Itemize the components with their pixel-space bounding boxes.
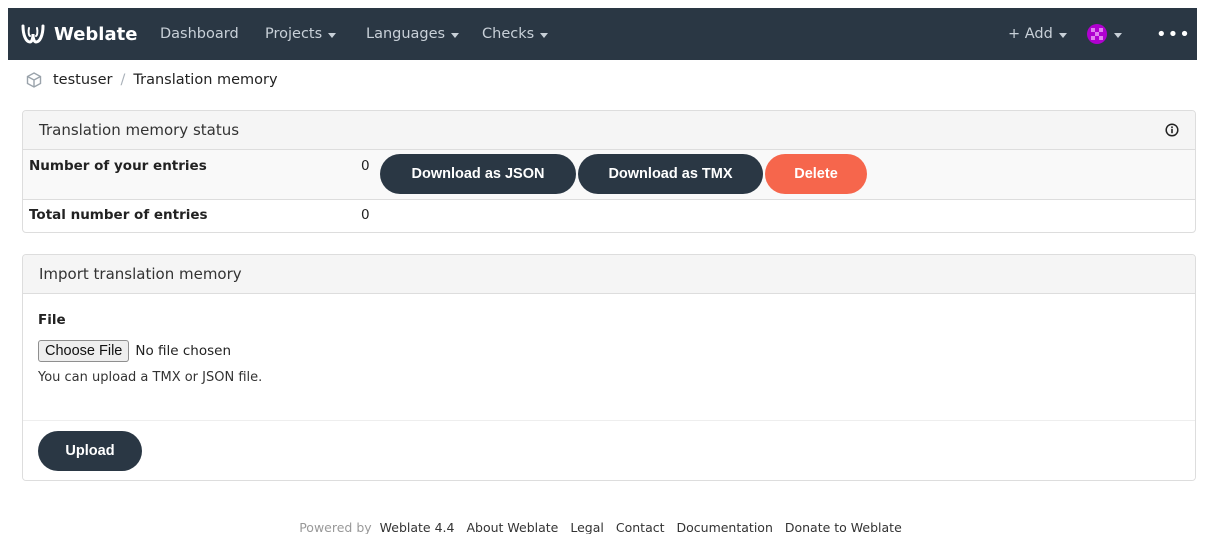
brand-link[interactable]: Weblate — [20, 8, 137, 60]
status-panel-heading: Translation memory status — [23, 111, 1195, 150]
import-panel: Import translation memory File Choose Fi… — [22, 254, 1196, 481]
more-menu-button[interactable]: ••• — [1156, 8, 1191, 60]
upload-button[interactable]: Upload — [38, 431, 142, 471]
status-panel: Translation memory status Number of your… — [22, 110, 1196, 233]
file-status-text: No file chosen — [135, 343, 232, 359]
page-footer: Powered by Weblate 4.4 About Weblate Leg… — [0, 520, 1205, 534]
import-panel-heading: Import translation memory — [23, 255, 1195, 294]
nav-projects[interactable]: Projects — [265, 8, 337, 60]
download-tmx-button[interactable]: Download as TMX — [578, 154, 763, 194]
total-entries-value: 0 — [361, 207, 370, 223]
user-menu[interactable] — [1086, 8, 1122, 60]
nav-languages-label: Languages — [366, 26, 446, 42]
delete-button[interactable]: Delete — [765, 154, 867, 194]
chevron-down-icon — [451, 32, 460, 38]
add-menu[interactable]: + Add — [1008, 8, 1067, 60]
chevron-down-icon — [1114, 32, 1122, 38]
own-entries-label: Number of your entries — [29, 158, 207, 174]
breadcrumb: testuser / Translation memory — [25, 68, 278, 92]
add-menu-label: + Add — [1008, 26, 1053, 42]
import-panel-title: Import translation memory — [39, 265, 242, 283]
import-panel-footer: Upload — [23, 420, 1195, 480]
breadcrumb-current[interactable]: Translation memory — [133, 72, 277, 88]
download-json-button[interactable]: Download as JSON — [380, 154, 576, 194]
file-input[interactable]: Choose File No file chosen — [38, 340, 231, 362]
table-row: Number of your entries 0 Download as JSO… — [23, 150, 1195, 200]
nav-languages[interactable]: Languages — [366, 8, 460, 60]
status-panel-title: Translation memory status — [39, 121, 240, 139]
chevron-down-icon — [328, 32, 337, 38]
own-entries-value: 0 — [361, 158, 370, 174]
nav-checks-label: Checks — [482, 26, 535, 42]
footer-link-weblate-version[interactable]: Weblate 4.4 — [380, 520, 455, 534]
chevron-down-icon — [1058, 32, 1067, 38]
breadcrumb-user-link[interactable]: testuser — [53, 72, 112, 88]
nav-projects-label: Projects — [265, 26, 323, 42]
footer-link-documentation[interactable]: Documentation — [677, 520, 773, 534]
chevron-down-icon — [540, 32, 549, 38]
breadcrumb-separator: / — [120, 72, 126, 88]
footer-link-legal[interactable]: Legal — [570, 520, 604, 534]
user-cube-icon — [26, 72, 42, 88]
nav-checks[interactable]: Checks — [482, 8, 549, 60]
info-icon[interactable] — [1165, 123, 1179, 137]
powered-by-text: Powered by — [299, 520, 372, 534]
footer-link-contact[interactable]: Contact — [616, 520, 665, 534]
file-field-label: File — [38, 312, 66, 328]
weblate-logo-icon — [21, 24, 45, 44]
footer-link-donate[interactable]: Donate to Weblate — [785, 520, 902, 534]
nav-dashboard[interactable]: Dashboard — [160, 8, 239, 60]
table-row: Total number of entries 0 — [23, 200, 1195, 232]
total-entries-label: Total number of entries — [29, 207, 208, 223]
brand-name: Weblate — [54, 23, 138, 45]
file-help-text: You can upload a TMX or JSON file. — [38, 370, 263, 385]
top-navbar: Weblate Dashboard Projects Languages Che… — [8, 8, 1197, 60]
choose-file-button[interactable]: Choose File — [38, 340, 130, 362]
nav-dashboard-label: Dashboard — [160, 26, 239, 42]
avatar — [1087, 24, 1107, 44]
more-icon: ••• — [1156, 23, 1191, 45]
footer-link-about[interactable]: About Weblate — [466, 520, 558, 534]
